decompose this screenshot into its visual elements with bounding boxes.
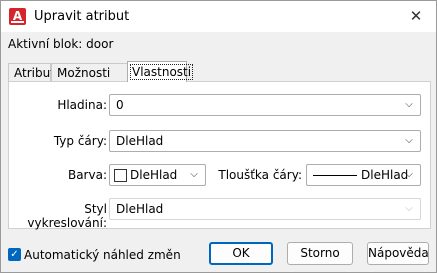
plotstyle-label: Styl vykreslování: [27,202,107,230]
window-title: Upravit atribut [34,9,130,24]
color-value: DleHlad [130,168,178,182]
chevron-down-icon: ⌵ [405,99,413,110]
properties-panel: Hladina: 0 ⌵ Typ čáry: DleHlad ⌵ Barva: … [8,81,431,230]
layer-label: Hladina: [57,98,107,112]
chevron-down-icon: ⌵ [405,169,413,180]
edit-attribute-dialog: A Upravit atribut ✕ Aktivní blok: door A… [0,0,437,273]
layer-value: 0 [116,98,124,112]
tab-properties-label: Vlastnosti [130,64,194,80]
cancel-button[interactable]: Storno [287,242,353,265]
help-button[interactable]: Nápověda [367,242,429,265]
color-swatch [114,169,127,182]
chevron-down-icon: ⌵ [405,135,413,146]
color-label: Barva: [67,168,107,182]
plotstyle-dropdown: DleHlad ⌵ [109,198,421,220]
tab-properties[interactable]: Vlastnosti [127,61,194,82]
lineweight-preview-line [313,175,357,176]
plotstyle-value: DleHlad [116,202,164,216]
chevron-down-icon: ⌵ [405,203,413,214]
auto-preview-label[interactable]: Automatický náhled změn [24,248,181,262]
chevron-down-icon: ⌵ [190,169,198,180]
tab-attribute[interactable]: Atribut [8,63,55,81]
color-dropdown[interactable]: DleHlad ⌵ [109,164,206,186]
ok-button[interactable]: OK [209,242,273,265]
linetype-value: DleHlad [116,134,164,148]
tab-attribute-label: Atribut [14,66,55,80]
lineweight-dropdown[interactable]: DleHlad ⌵ [306,164,421,186]
auto-preview-checkbox[interactable]: ✓ [8,248,21,261]
layer-dropdown[interactable]: 0 ⌵ [109,94,421,116]
tab-text-options[interactable]: Možnosti textu [51,63,128,98]
linetype-label: Typ čáry: [53,134,107,148]
close-icon[interactable]: ✕ [402,4,430,29]
lineweight-label: Tloušťka čáry: [218,168,302,182]
active-block-label: Aktivní blok: door [8,37,114,51]
linetype-dropdown[interactable]: DleHlad ⌵ [109,130,421,152]
autocad-app-icon: A [9,8,26,25]
title-bar[interactable]: A Upravit atribut ✕ [1,1,436,32]
